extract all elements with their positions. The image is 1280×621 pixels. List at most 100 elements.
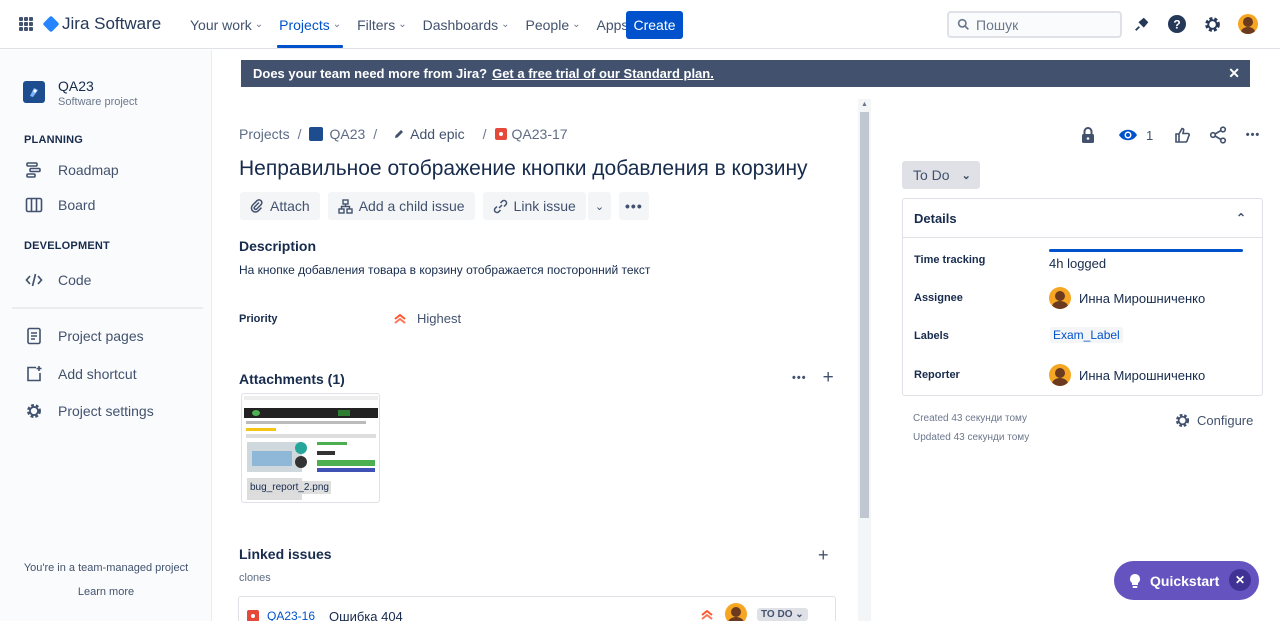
nav-people[interactable]: People ⌄ bbox=[520, 0, 587, 49]
more-icon: ••• bbox=[625, 198, 643, 214]
project-avatar[interactable] bbox=[23, 81, 45, 103]
add-child-issue-button[interactable]: Add a child issue bbox=[327, 192, 475, 220]
assignee-field[interactable]: Инна Мирошниченко bbox=[1049, 287, 1205, 309]
priority-field[interactable]: Highest bbox=[393, 311, 461, 326]
watchers-button[interactable]: 1 bbox=[1118, 125, 1154, 145]
board-icon bbox=[24, 195, 44, 215]
section-planning: PLANNING bbox=[24, 134, 84, 146]
status-label: To Do bbox=[913, 167, 950, 183]
sidebar-item-label: Board bbox=[58, 197, 96, 213]
description-text[interactable]: На кнопке добавления товара в корзину от… bbox=[239, 263, 650, 277]
scrollbar-thumb[interactable] bbox=[860, 112, 869, 518]
close-icon[interactable]: ✕ bbox=[1229, 569, 1251, 591]
learn-more-link[interactable]: Learn more bbox=[0, 586, 212, 598]
banner-link[interactable]: Get a free trial of our Standard plan. bbox=[492, 66, 714, 81]
link-issue-button[interactable]: Link issue bbox=[482, 192, 586, 220]
sidebar-item-label: Roadmap bbox=[58, 162, 119, 178]
time-tracking-bar[interactable] bbox=[1049, 249, 1243, 252]
sidebar-item-project-pages[interactable]: Project pages bbox=[24, 326, 144, 346]
notifications-icon[interactable] bbox=[1131, 13, 1153, 35]
nav-your-work[interactable]: Your work ⌄ bbox=[184, 0, 269, 49]
chevron-down-icon: ⌄ bbox=[501, 19, 510, 30]
reporter-label: Reporter bbox=[914, 369, 960, 381]
linked-issue-status[interactable]: TO DO ⌄ bbox=[757, 608, 808, 621]
quickstart-button[interactable]: Quickstart ✕ bbox=[1114, 561, 1259, 600]
assignee-name: Инна Мирошниченко bbox=[1079, 290, 1206, 306]
configure-button[interactable]: Configure bbox=[1174, 412, 1253, 429]
more-actions-button[interactable]: ••• bbox=[619, 192, 649, 220]
lock-icon[interactable] bbox=[1078, 125, 1098, 145]
breadcrumb-project[interactable]: QA23 bbox=[309, 126, 365, 142]
assignee-label: Assignee bbox=[914, 292, 963, 304]
avatar bbox=[1049, 364, 1071, 386]
reporter-field[interactable]: Инна Мирошниченко bbox=[1049, 364, 1205, 386]
team-managed-note: You're in a team-managed project bbox=[23, 562, 189, 574]
details-header[interactable]: Details ⌃ bbox=[903, 199, 1262, 238]
linked-issue-key[interactable]: QA23-16 bbox=[267, 609, 315, 621]
sidebar-item-board[interactable]: Board bbox=[24, 195, 95, 215]
priority-highest-icon bbox=[701, 609, 713, 620]
label-tag[interactable]: Exam_Label bbox=[1050, 327, 1123, 343]
more-icon[interactable]: ••• bbox=[792, 372, 807, 386]
linked-issue-summary[interactable]: Ошибка 404 bbox=[329, 609, 403, 621]
details-title: Details bbox=[914, 210, 957, 226]
add-icon[interactable]: + bbox=[818, 545, 829, 566]
attachment-icon bbox=[250, 199, 263, 213]
status-label: TO DO bbox=[761, 609, 793, 620]
updated-timestamp: Updated 43 секунди тому bbox=[913, 432, 1030, 443]
search-box[interactable] bbox=[947, 11, 1122, 38]
attach-button[interactable]: Attach bbox=[240, 192, 320, 220]
share-icon[interactable] bbox=[1208, 125, 1228, 145]
search-input[interactable] bbox=[976, 16, 1106, 33]
breadcrumb-projects[interactable]: Projects bbox=[239, 126, 290, 142]
chevron-down-icon: ⌄ bbox=[332, 19, 342, 30]
nav-label: People bbox=[525, 16, 570, 33]
bug-icon bbox=[494, 128, 507, 140]
hierarchy-icon bbox=[338, 198, 353, 214]
project-icon bbox=[309, 127, 324, 141]
thumbs-up-icon[interactable] bbox=[1172, 125, 1192, 145]
sidebar-item-label: Project settings bbox=[58, 403, 154, 419]
chevron-up-icon[interactable]: ⌃ bbox=[1236, 211, 1246, 225]
priority-label: Priority bbox=[239, 313, 278, 325]
section-development: DEVELOPMENT bbox=[24, 240, 110, 252]
add-icon[interactable]: + bbox=[823, 368, 834, 387]
nav-label: Apps bbox=[596, 16, 629, 33]
sidebar-item-project-settings[interactable]: Project settings bbox=[24, 401, 154, 421]
app-switcher-icon[interactable] bbox=[19, 17, 33, 31]
sidebar-item-add-shortcut[interactable]: Add shortcut bbox=[24, 364, 137, 384]
help-icon[interactable]: ? bbox=[1166, 13, 1188, 35]
details-panel: Details ⌃ Time tracking 4h logged Assign… bbox=[902, 198, 1263, 396]
description-heading: Description bbox=[239, 238, 317, 254]
add-epic-button[interactable]: Add epic bbox=[393, 126, 465, 142]
linked-issue-row[interactable]: QA23-16 Ошибка 404 TO DO ⌄ bbox=[238, 596, 836, 621]
chevron-down-icon: ⌄ bbox=[961, 169, 971, 182]
avatar[interactable] bbox=[1238, 14, 1258, 34]
project-type: Software project bbox=[58, 96, 138, 108]
labels-label: Labels bbox=[914, 330, 949, 342]
issue-title[interactable]: Неправильное отображение кнопки добавлен… bbox=[239, 157, 808, 181]
status-dropdown[interactable]: To Do ⌄ bbox=[902, 161, 980, 189]
chevron-down-icon: ⌄ bbox=[398, 19, 407, 30]
create-button[interactable]: Create bbox=[626, 11, 683, 39]
breadcrumb-project-label: QA23 bbox=[329, 126, 366, 142]
link-issue-dropdown[interactable]: ⌄ bbox=[587, 192, 612, 220]
settings-icon[interactable] bbox=[1201, 13, 1223, 35]
breadcrumb-issue-key: QA23-17 bbox=[511, 126, 568, 142]
jira-logo[interactable]: Jira Software bbox=[42, 14, 161, 34]
project-name[interactable]: QA23 bbox=[58, 78, 94, 94]
breadcrumb-issue[interactable]: QA23-17 bbox=[494, 126, 568, 142]
scroll-up-icon[interactable]: ▲ bbox=[861, 101, 868, 108]
sidebar-item-roadmap[interactable]: Roadmap bbox=[24, 160, 119, 180]
sidebar-item-code[interactable]: Code bbox=[24, 270, 91, 290]
more-icon[interactable]: ••• bbox=[1243, 125, 1263, 145]
nav-label: Your work bbox=[190, 16, 252, 33]
time-logged[interactable]: 4h logged bbox=[1049, 256, 1106, 271]
code-icon bbox=[24, 270, 44, 290]
close-icon[interactable]: ✕ bbox=[1228, 65, 1240, 82]
nav-filters[interactable]: Filters ⌄ bbox=[351, 0, 413, 49]
avatar bbox=[725, 603, 747, 621]
nav-dashboards[interactable]: Dashboards ⌄ bbox=[417, 0, 516, 49]
nav-projects[interactable]: Projects ⌄ bbox=[273, 0, 347, 49]
labels-field[interactable]: Exam_Label bbox=[1050, 327, 1123, 343]
